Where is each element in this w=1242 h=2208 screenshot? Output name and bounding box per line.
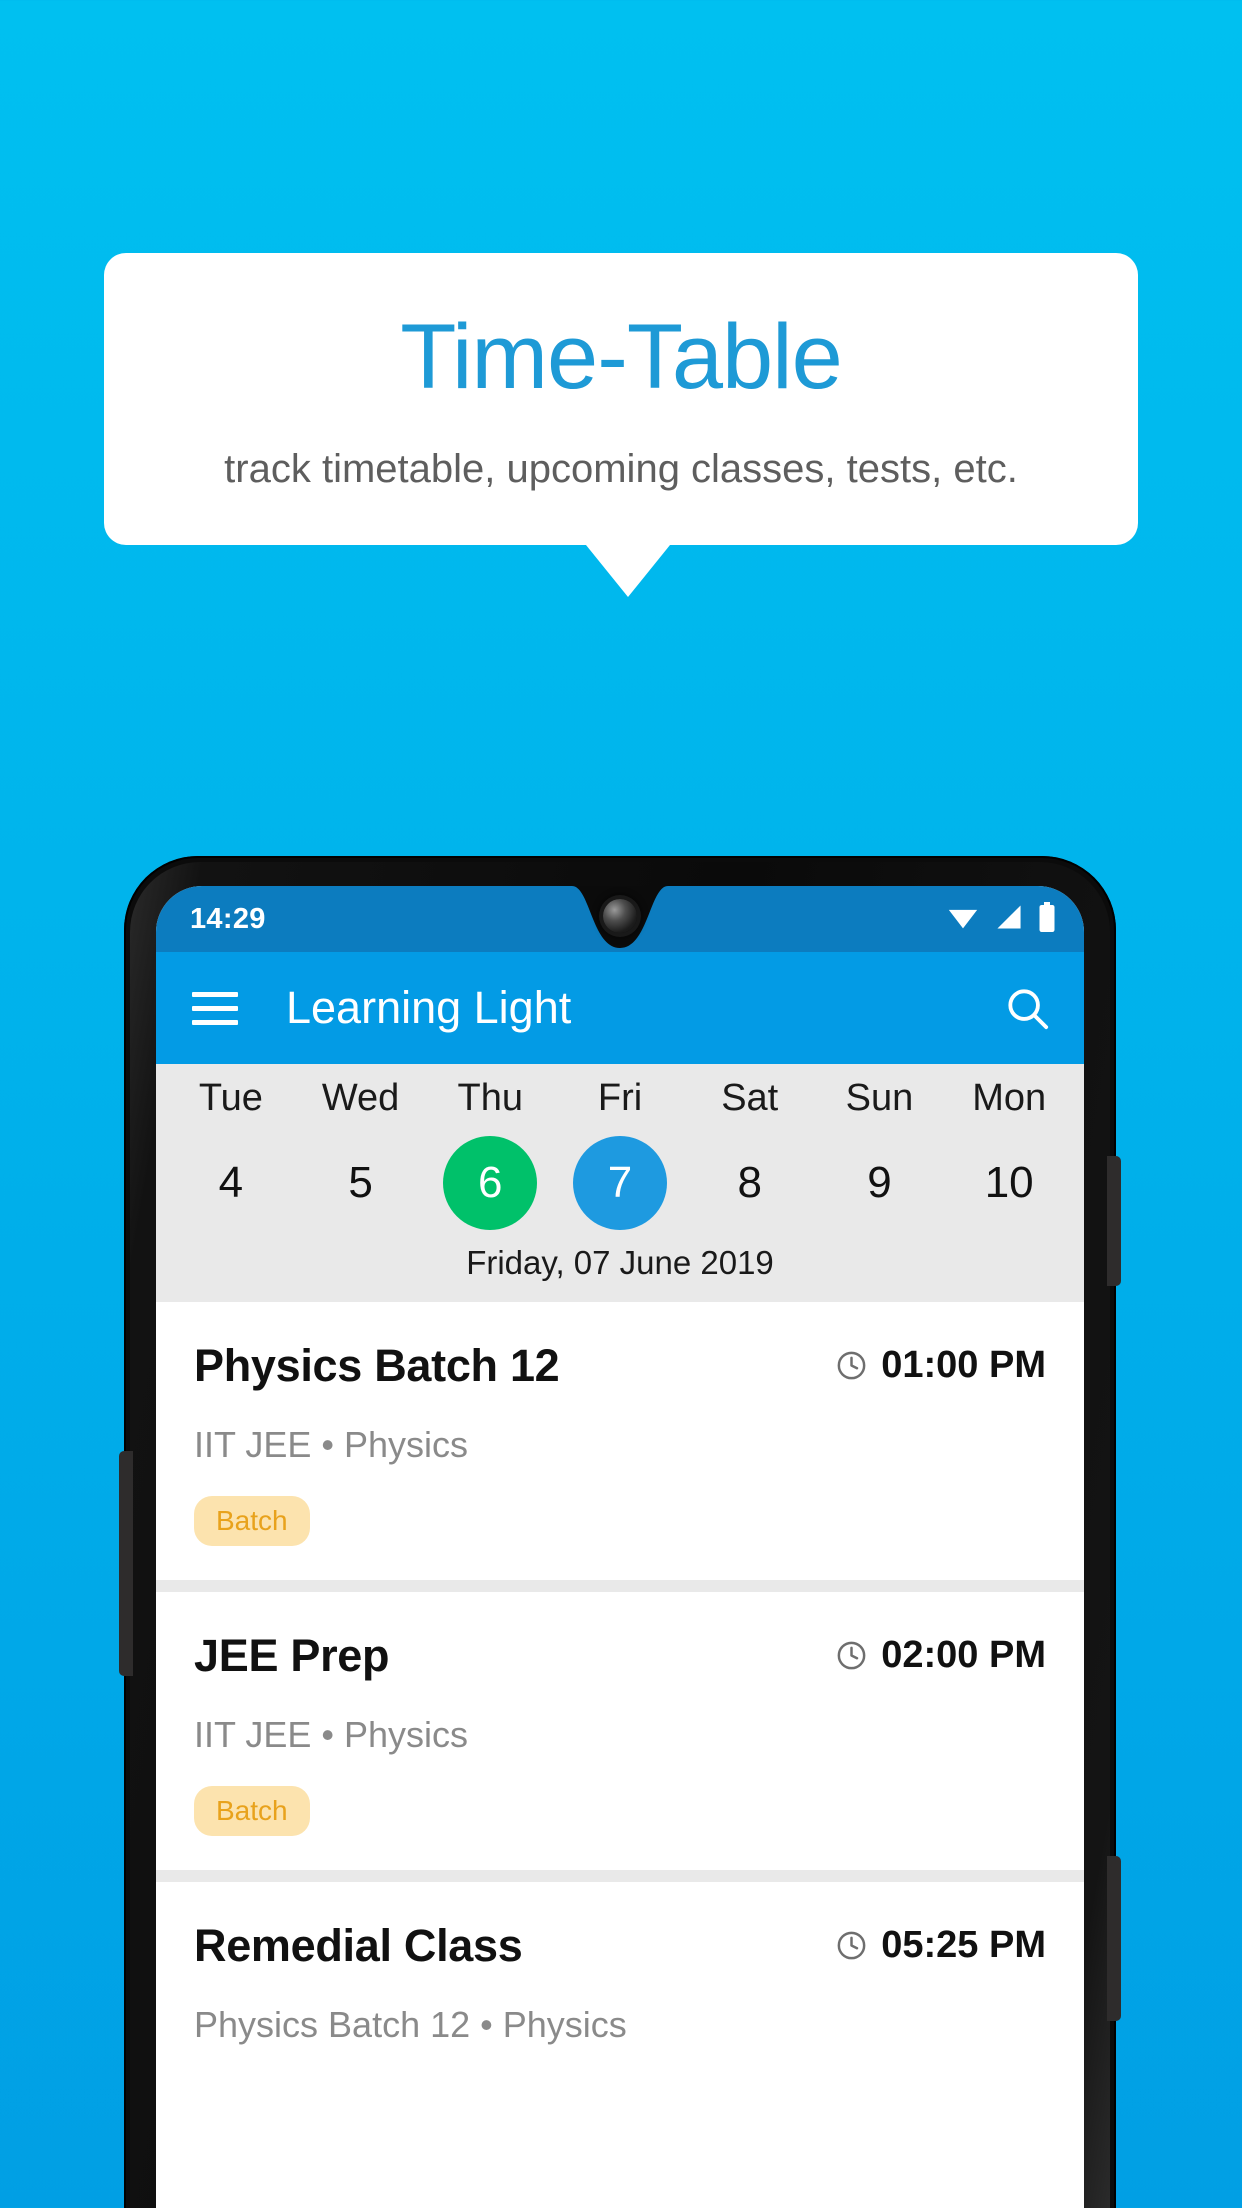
calendar-day-wed[interactable]: Wed 5 xyxy=(296,1077,426,1230)
list-item-header: Physics Batch 12 01:00 PM xyxy=(194,1340,1046,1392)
status-badge: Batch xyxy=(194,1495,310,1546)
list-item[interactable]: Remedial Class 05:25 PM Physics Batch 12… xyxy=(156,1881,1084,2080)
phone-screen: 14:29 Learning Light Tue 4 Wed 5 Thu 6 F… xyxy=(156,886,1084,2208)
calendar-day-number: 6 xyxy=(478,1157,503,1207)
calendar-day-mon[interactable]: Mon 10 xyxy=(944,1077,1074,1230)
calendar-day-circle-today: 6 xyxy=(443,1135,538,1230)
clock-icon xyxy=(835,1349,868,1382)
calendar-day-name: Tue xyxy=(198,1077,263,1119)
list-item-time: 05:25 PM xyxy=(835,1920,1046,1967)
phone-volume-button-right[interactable] xyxy=(1107,1856,1121,2021)
calendar-day-circle: 5 xyxy=(314,1136,408,1230)
search-icon[interactable] xyxy=(1004,985,1050,1031)
calendar-day-number: 9 xyxy=(867,1157,892,1207)
list-item-subtitle: IIT JEE • Physics xyxy=(194,1423,469,1465)
calendar-day-circle: 4 xyxy=(184,1136,278,1230)
list-item-title: JEE Prep xyxy=(194,1629,390,1681)
calendar-day-number: 7 xyxy=(607,1157,633,1207)
clock-icon xyxy=(835,1639,868,1672)
list-item[interactable]: Physics Batch 12 01:00 PM IIT JEE • Phys… xyxy=(156,1301,1084,1580)
promo-subtitle: track timetable, upcoming classes, tests… xyxy=(224,447,1018,491)
battery-icon xyxy=(1038,901,1056,937)
signal-icon xyxy=(994,904,1024,935)
list-item-subtitle: Physics Batch 12 • Physics xyxy=(194,2003,627,2045)
list-item-time: 01:00 PM xyxy=(835,1340,1046,1387)
calendar-day-thu[interactable]: Thu 6 xyxy=(425,1077,555,1230)
schedule-list: Physics Batch 12 01:00 PM IIT JEE • Phys… xyxy=(156,1301,1084,2080)
calendar-strip: Tue 4 Wed 5 Thu 6 Fri 7 Sat 8 Sun 9 Mon … xyxy=(156,1064,1084,1302)
camera-notch xyxy=(522,886,718,960)
promo-bubble-tail xyxy=(586,545,670,597)
status-bar: 14:29 xyxy=(156,886,1084,952)
promo-card: Time-Table track timetable, upcoming cla… xyxy=(104,253,1138,545)
list-item-time-text: 02:00 PM xyxy=(881,1633,1046,1676)
list-item-time-text: 05:25 PM xyxy=(881,1923,1046,1966)
calendar-day-circle: 9 xyxy=(832,1136,926,1230)
status-bar-clock: 14:29 xyxy=(190,902,266,935)
calendar-day-name: Sun xyxy=(845,1077,914,1119)
app-bar: Learning Light xyxy=(156,952,1084,1064)
list-item-header: JEE Prep 02:00 PM xyxy=(194,1630,1046,1682)
status-badge: Batch xyxy=(194,1785,310,1836)
calendar-day-circle: 8 xyxy=(703,1136,797,1230)
phone-power-button[interactable] xyxy=(1107,1156,1121,1286)
list-item[interactable]: JEE Prep 02:00 PM IIT JEE • Physics Batc… xyxy=(156,1591,1084,1870)
calendar-day-name: Fri xyxy=(597,1077,643,1119)
list-item-time: 02:00 PM xyxy=(835,1630,1046,1677)
calendar-day-number: 4 xyxy=(218,1157,244,1207)
calendar-day-number: 5 xyxy=(348,1157,373,1207)
list-item-header: Remedial Class 05:25 PM xyxy=(194,1920,1046,1972)
calendar-day-sat[interactable]: Sat 8 xyxy=(685,1077,815,1230)
promo-title: Time-Table xyxy=(400,306,843,408)
list-item-subtitle: IIT JEE • Physics xyxy=(194,1713,469,1755)
wifi-icon xyxy=(946,904,980,935)
calendar-day-name: Wed xyxy=(321,1077,400,1119)
phone-volume-button-left[interactable] xyxy=(119,1451,133,1676)
status-bar-icons xyxy=(946,901,1056,937)
phone-mockup: 14:29 Learning Light Tue 4 Wed 5 Thu 6 F… xyxy=(119,856,1121,2208)
clock-icon xyxy=(835,1929,868,1962)
hamburger-menu-icon[interactable] xyxy=(192,991,238,1025)
list-item-title: Remedial Class xyxy=(194,1919,523,1971)
calendar-day-circle: 10 xyxy=(962,1136,1056,1230)
calendar-day-circle-selected: 7 xyxy=(573,1135,668,1230)
selected-date-label: Friday, 07 June 2019 xyxy=(466,1243,774,1281)
calendar-day-sun[interactable]: Sun 9 xyxy=(815,1077,945,1230)
list-item-time-text: 01:00 PM xyxy=(881,1343,1046,1386)
calendar-day-name: Mon xyxy=(972,1077,1047,1119)
front-camera-icon xyxy=(603,899,637,933)
calendar-day-tue[interactable]: Tue 4 xyxy=(166,1077,296,1230)
calendar-day-number: 10 xyxy=(984,1157,1034,1207)
list-item-title: Physics Batch 12 xyxy=(194,1339,560,1391)
app-title: Learning Light xyxy=(286,982,572,1033)
calendar-day-name: Thu xyxy=(457,1077,524,1119)
promo-banner: Time-Table track timetable, upcoming cla… xyxy=(104,253,1138,597)
calendar-day-name: Sat xyxy=(721,1077,779,1119)
calendar-days: Tue 4 Wed 5 Thu 6 Fri 7 Sat 8 Sun 9 Mon … xyxy=(156,1077,1084,1230)
calendar-day-number: 8 xyxy=(737,1157,762,1207)
calendar-day-fri[interactable]: Fri 7 xyxy=(555,1077,685,1230)
